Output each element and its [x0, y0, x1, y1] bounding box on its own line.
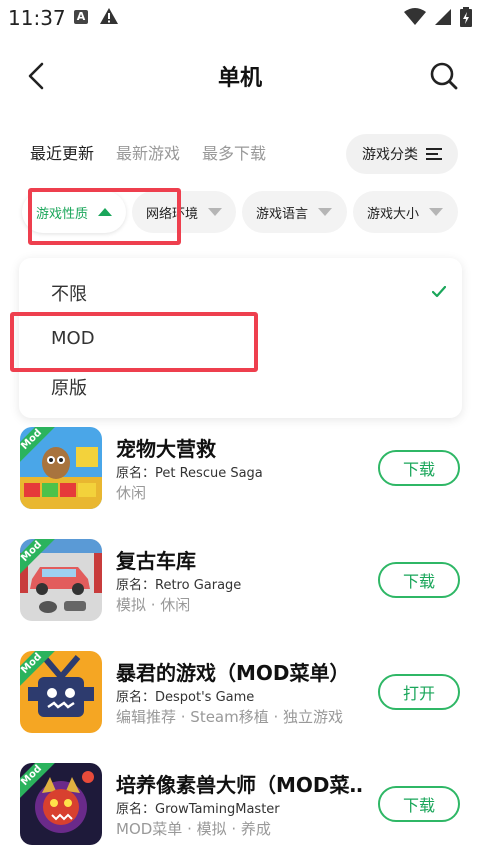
status-bar: 11:37 A: [0, 0, 480, 36]
game-icon: Mod: [20, 427, 102, 509]
open-button[interactable]: 打开: [378, 674, 460, 710]
game-category-button[interactable]: 游戏分类: [346, 134, 458, 174]
highlight-box-mod-option: [10, 312, 258, 372]
filter-size-label: 游戏大小: [367, 206, 420, 222]
game-tags: 模拟 · 休闲: [116, 596, 191, 614]
download-button[interactable]: 下载: [378, 786, 460, 822]
game-title: 培养像素兽大师（MOD菜…: [116, 773, 362, 797]
tab-recent-update[interactable]: 最近更新: [30, 134, 95, 174]
check-icon: [432, 286, 446, 298]
game-item[interactable]: Mod 暴君的游戏（MOD菜单） 原名：Despot's Game 编辑推荐 ·…: [0, 651, 480, 741]
game-original-name: 原名：Retro Garage: [116, 578, 242, 593]
game-original-name: 原名：GrowTamingMaster: [116, 802, 280, 817]
search-button[interactable]: [426, 58, 462, 94]
highlight-box-filter: [28, 188, 181, 245]
download-button[interactable]: 下载: [378, 562, 460, 598]
download-button[interactable]: 下载: [378, 450, 460, 486]
game-original-name: 原名：Pet Rescue Saga: [116, 466, 263, 481]
game-item[interactable]: Mod 复古车库 原名：Retro Garage 模拟 · 休闲 下载: [0, 539, 480, 629]
game-original-name: 原名：Despot's Game: [116, 690, 255, 705]
game-category-label: 游戏分类: [362, 147, 418, 163]
game-tags: MOD菜单 · 模拟 · 养成: [116, 820, 271, 838]
tab-newest-games[interactable]: 最新游戏: [116, 134, 180, 174]
game-icon: Mod: [20, 539, 102, 621]
game-item[interactable]: Mod 培养像素兽大师（MOD菜… 原名：GrowTamingMaster MO…: [0, 763, 480, 853]
dropdown-option-original[interactable]: 原版: [51, 374, 87, 400]
notification-a-icon: A: [74, 10, 88, 24]
filter-language[interactable]: 游戏语言: [242, 191, 347, 233]
header: 单机: [0, 48, 480, 104]
battery-icon: [460, 7, 472, 27]
page-title: 单机: [217, 66, 262, 91]
warning-icon: [100, 8, 118, 24]
game-icon: Mod: [20, 651, 102, 733]
dropdown-option-unlimited[interactable]: 不限: [51, 280, 87, 306]
tab-most-downloaded[interactable]: 最多下载: [202, 134, 266, 174]
signal-icon: [435, 9, 451, 25]
game-tags: 编辑推荐 · Steam移植 · 独立游戏: [116, 708, 344, 726]
game-title: 暴君的游戏（MOD菜单）: [116, 661, 350, 685]
search-icon: [430, 62, 458, 90]
status-time: 11:37: [8, 6, 66, 30]
game-title: 宠物大营救: [116, 437, 216, 461]
triangle-down-icon: [318, 208, 333, 216]
filter-language-label: 游戏语言: [256, 206, 309, 222]
game-item[interactable]: Mod 宠物大营救 原名：Pet Rescue Saga 休闲 下载: [0, 427, 480, 517]
game-icon: Mod: [20, 763, 102, 845]
filter-list-icon: [426, 148, 442, 160]
game-title: 复古车库: [116, 549, 196, 573]
triangle-down-icon: [208, 208, 222, 216]
game-tags: 休闲: [116, 484, 147, 502]
filter-size[interactable]: 游戏大小: [353, 191, 458, 233]
wifi-icon: [404, 8, 426, 25]
triangle-down-icon: [429, 208, 444, 216]
sort-tabs: 最近更新 最新游戏 最多下载: [30, 134, 288, 174]
